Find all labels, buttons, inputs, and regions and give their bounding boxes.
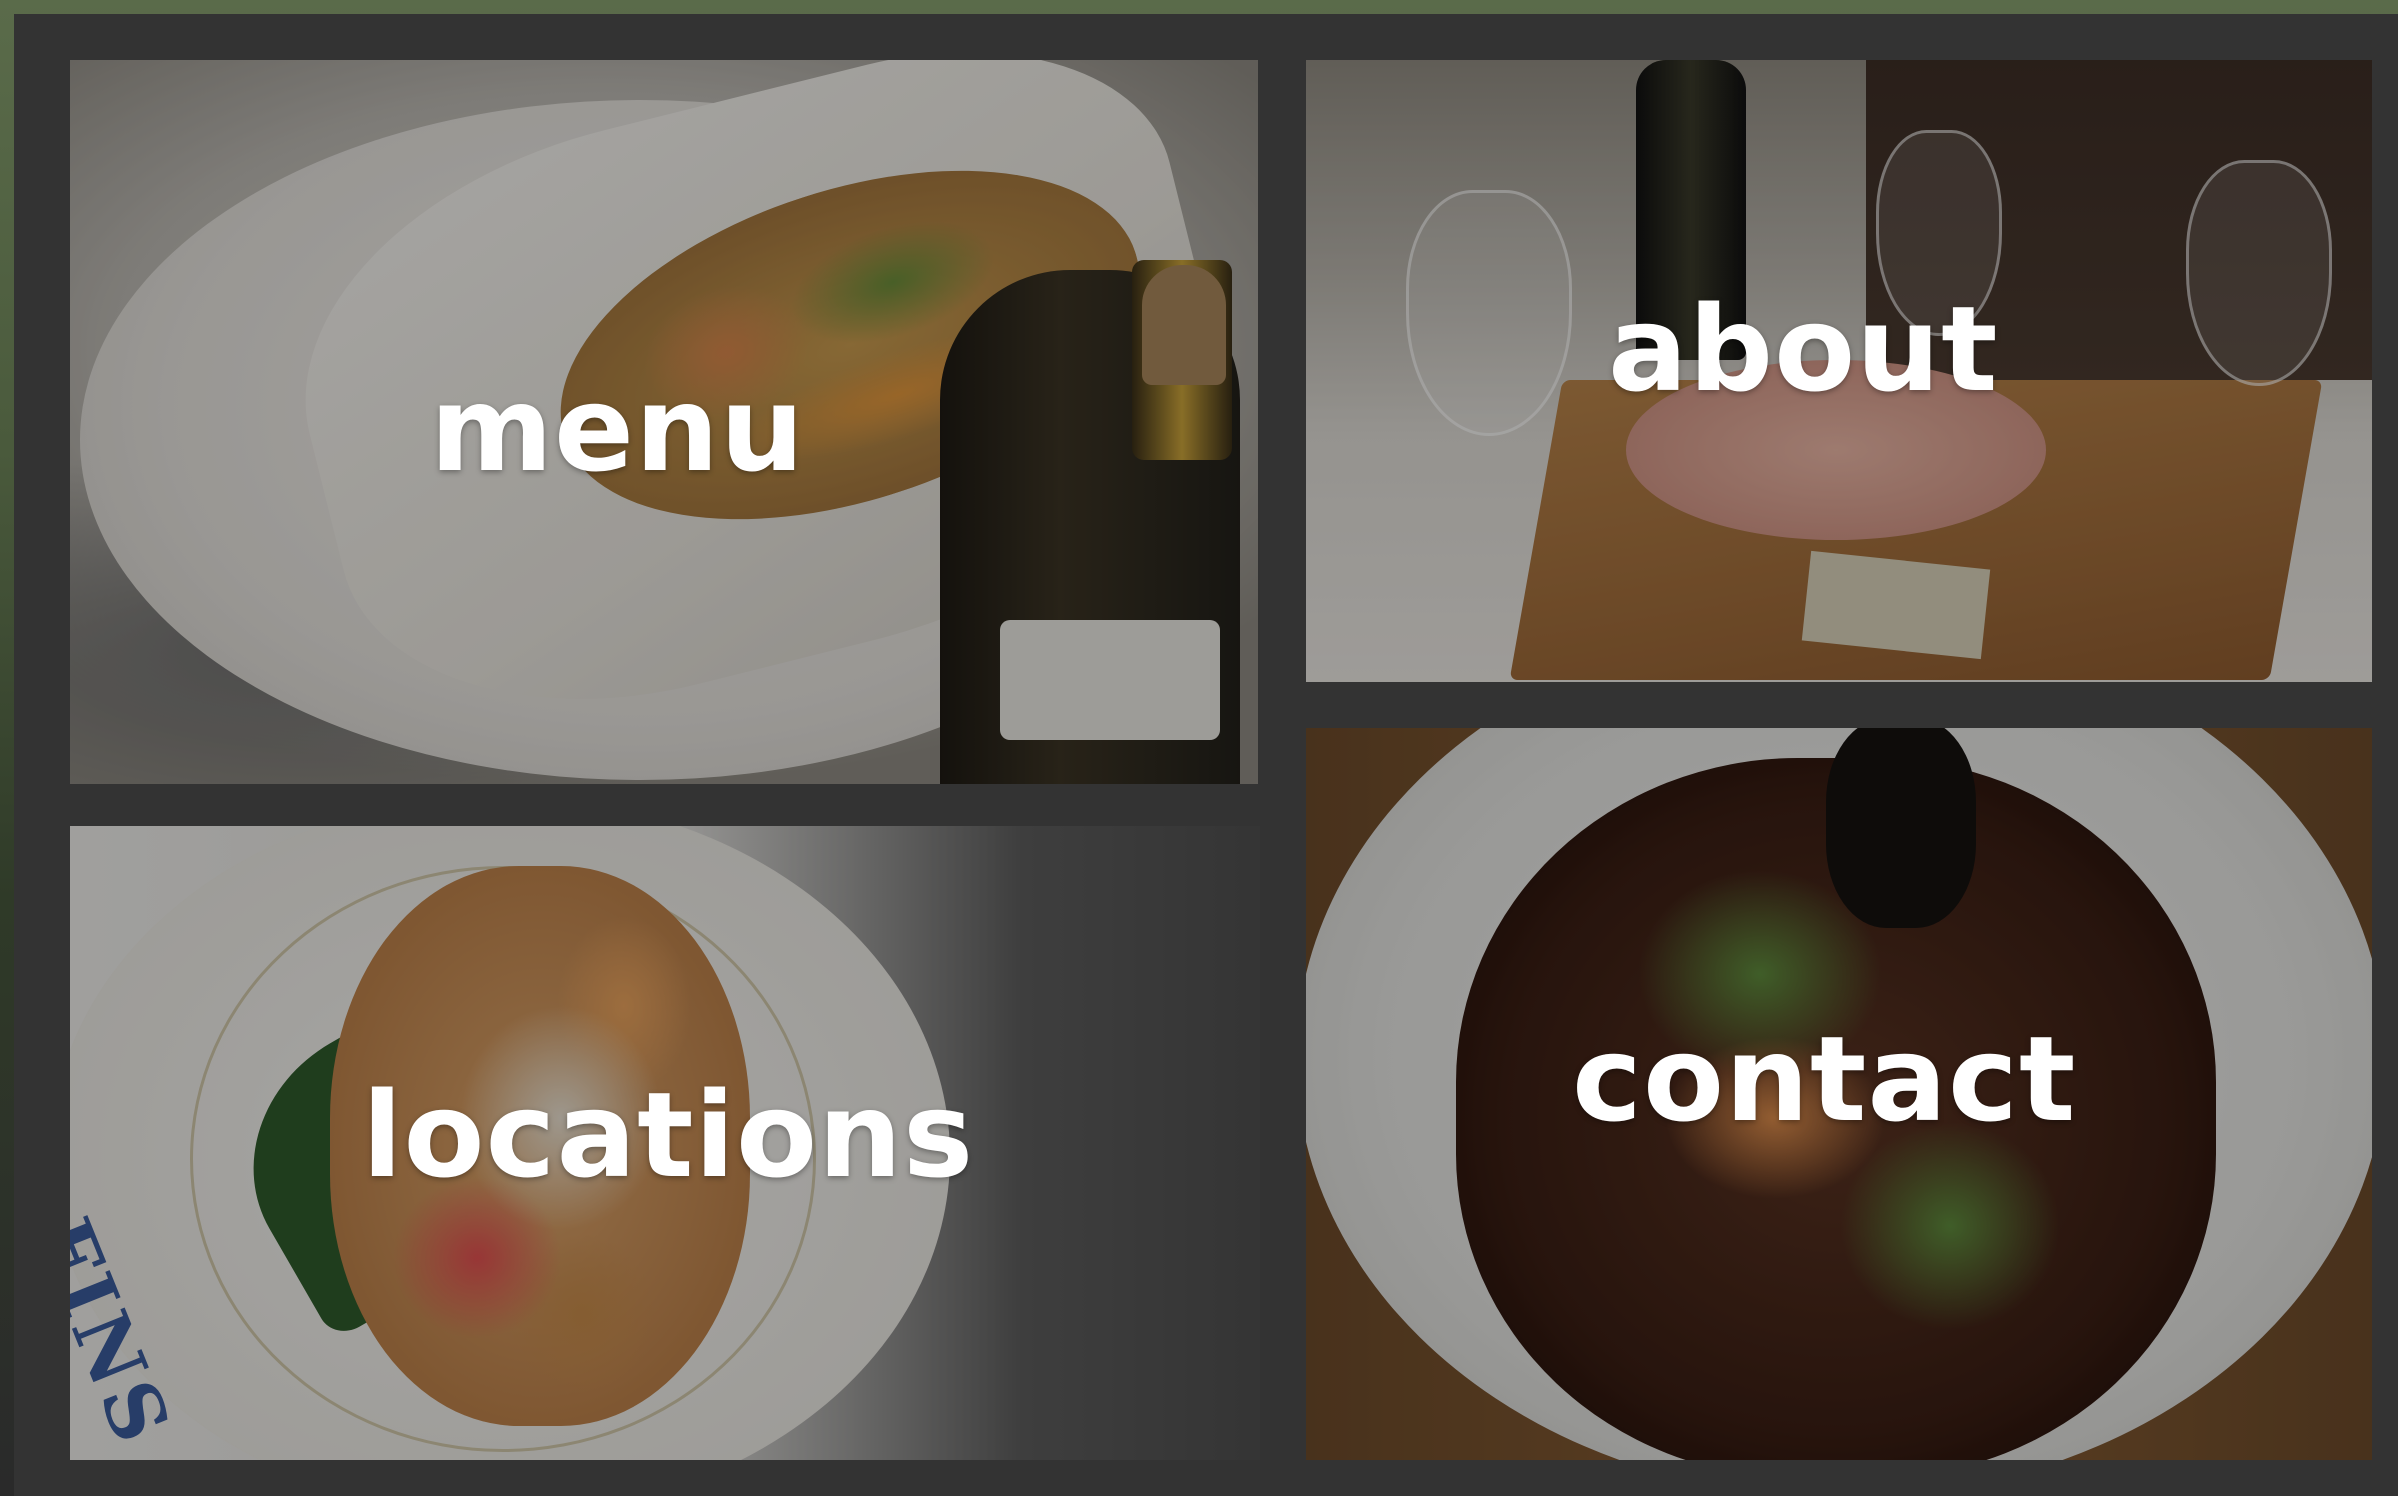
about-tile[interactable]: about <box>1306 60 2372 682</box>
locations-tile[interactable]: FINS locations <box>70 826 1260 1460</box>
menu-label: menu <box>430 360 805 498</box>
contact-label: contact <box>1572 1010 2077 1148</box>
locations-label: locations <box>362 1066 975 1204</box>
about-label: about <box>1608 280 1999 418</box>
contact-tile[interactable]: contact <box>1306 728 2372 1460</box>
menu-tile[interactable]: menu <box>70 60 1258 784</box>
